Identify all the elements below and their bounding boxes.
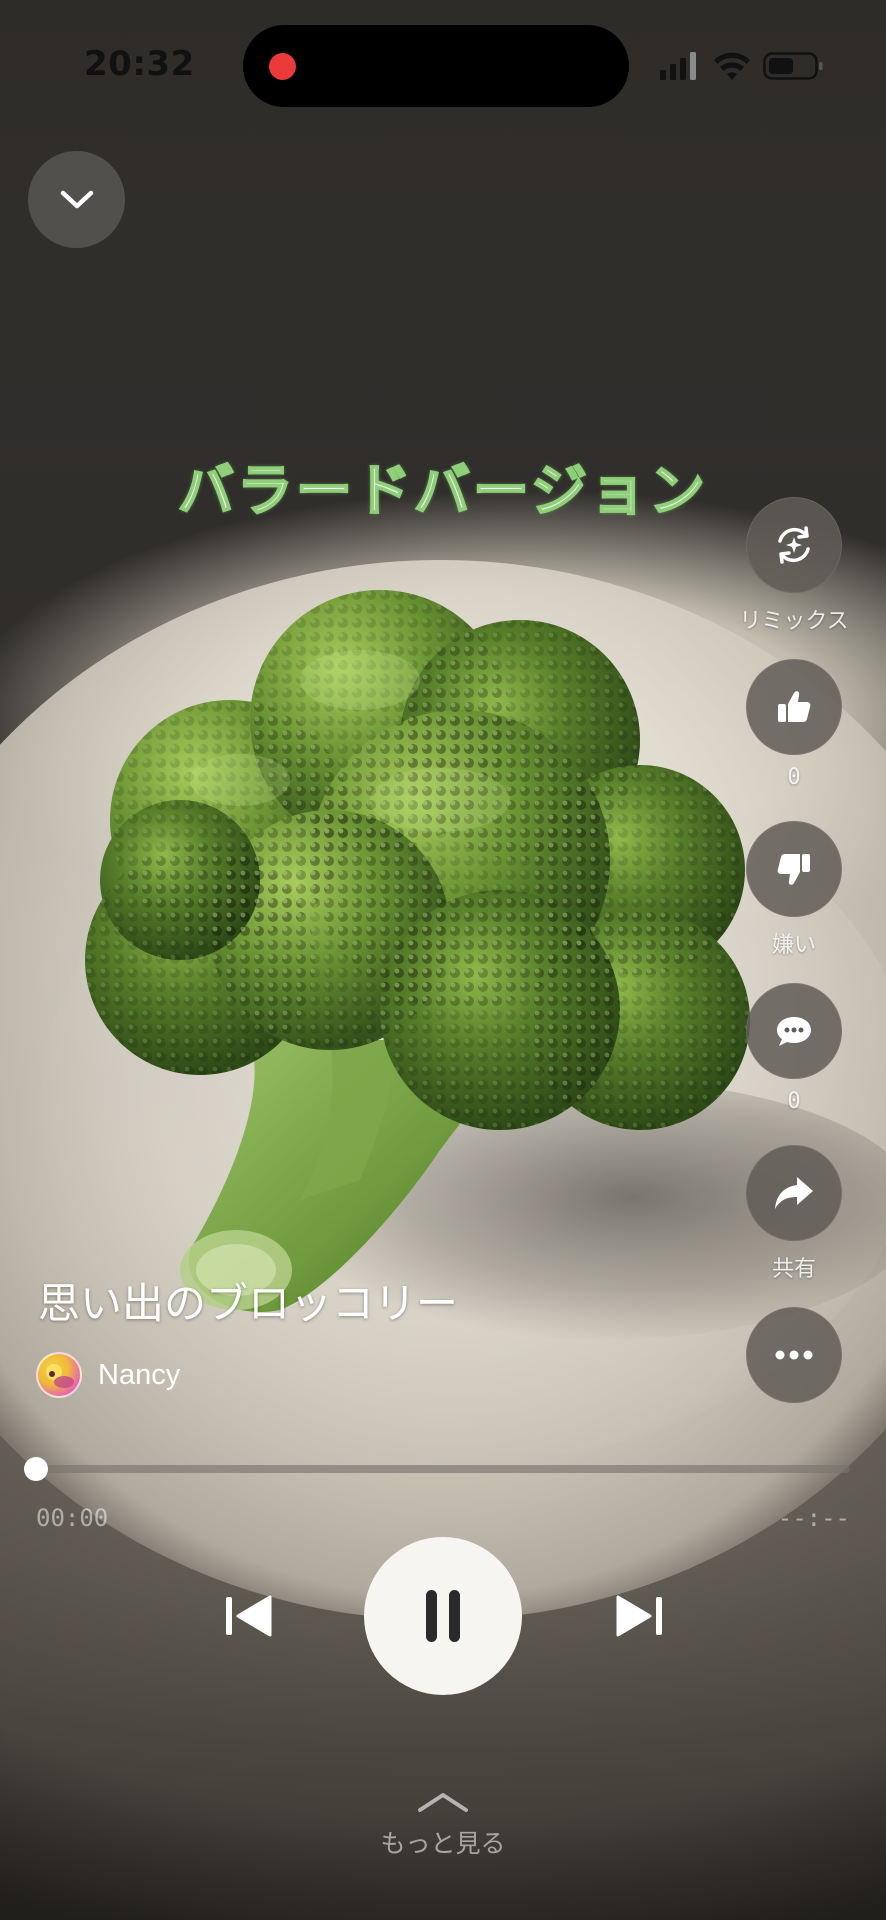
total-duration: --:-- [777,1504,850,1532]
like-count: 0 [787,765,801,790]
comment-button[interactable] [746,983,842,1079]
status-bar-time: 20:32 [84,44,195,84]
like-action[interactable]: 0 [746,659,842,790]
share-icon [775,1177,813,1209]
chevron-up-icon[interactable] [416,1790,470,1814]
thumbs-up-icon [778,691,811,722]
avatar-image [46,1364,74,1388]
status-icons [660,52,823,80]
progress-bar[interactable] [24,1457,850,1481]
collapse-player-button[interactable] [28,151,125,248]
show-more-label[interactable]: もっと見る [0,1824,886,1860]
dynamic-island [243,25,629,107]
previous-track-button[interactable] [222,1591,274,1641]
more-options-button[interactable] [746,1307,842,1403]
song-title[interactable]: 思い出のブロッコリー [38,1270,458,1331]
remix-icon [778,526,810,564]
comment-icon [777,1017,811,1046]
next-track-icon [616,1595,662,1637]
dislike-action[interactable]: 嫌い [746,821,842,959]
pause-button[interactable] [364,1537,522,1695]
progress-scrubber-handle[interactable] [24,1457,48,1481]
artist-name[interactable]: Nancy [98,1359,180,1392]
remix-button[interactable] [746,497,842,593]
pause-icon [426,1590,460,1642]
artist-row[interactable]: Nancy [36,1352,180,1398]
share-label: 共有 [771,1257,816,1282]
cellular-signal-icon [660,52,696,80]
ellipsis-icon [775,1350,813,1360]
remix-label: リミックス [739,609,849,634]
share-button[interactable] [746,1145,842,1241]
elapsed-time: 00:00 [36,1504,109,1532]
comment-count: 0 [787,1089,801,1114]
share-action[interactable]: 共有 [746,1145,842,1283]
like-button[interactable] [746,659,842,755]
next-track-button[interactable] [614,1591,666,1641]
dislike-button[interactable] [746,821,842,917]
thumbs-down-icon [777,854,810,885]
previous-track-icon [226,1595,272,1637]
wifi-icon [714,52,750,80]
dislike-label: 嫌い [771,933,816,958]
recording-indicator-icon [269,53,296,80]
more-options-action[interactable] [746,1307,842,1403]
avatar[interactable] [36,1352,82,1398]
remix-action[interactable]: リミックス [739,497,849,635]
comment-action[interactable]: 0 [746,983,842,1114]
player-screen: 20:32 バラードバージョン リミックス 0 嫌い 0 共有 思い出のブロッコ… [0,0,886,1920]
chevron-down-icon [60,190,93,208]
battery-icon [763,52,823,80]
